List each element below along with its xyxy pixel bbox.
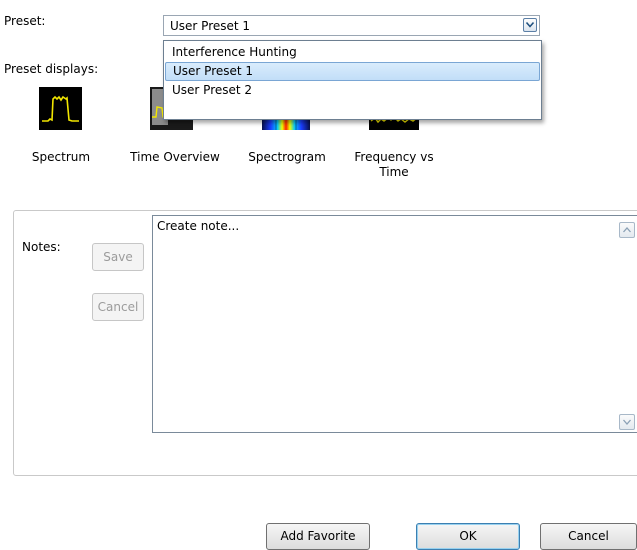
preset-displays-label: Preset displays: [4,62,99,76]
scroll-down-icon[interactable] [619,414,635,430]
spectrogram-caption: Spectrogram [248,150,326,164]
add-favorite-button[interactable]: Add Favorite [266,523,370,550]
preset-option-user-preset-1[interactable]: User Preset 1 [165,62,540,81]
spectrum-caption: Spectrum [31,150,91,164]
notes-text: Create note... [157,219,240,233]
chevron-down-icon[interactable] [523,18,537,32]
ok-button[interactable]: OK [416,523,520,550]
preset-option-user-preset-2[interactable]: User Preset 2 [165,81,540,100]
preset-combobox-value: User Preset 1 [170,19,251,33]
frequency-vs-time-caption: Frequency vs Time [354,150,434,179]
preset-dropdown-list[interactable]: Interference Hunting User Preset 1 User … [163,40,542,120]
scroll-up-icon[interactable] [619,222,635,238]
cancel-button[interactable]: Cancel [540,523,637,550]
notes-label: Notes: [22,240,61,254]
preset-option-interference-hunting[interactable]: Interference Hunting [165,43,540,62]
preset-label: Preset: [4,14,46,28]
spectrum-icon[interactable] [39,87,82,130]
notes-cancel-button[interactable]: Cancel [92,293,144,321]
save-button[interactable]: Save [92,243,144,271]
preset-combobox[interactable]: User Preset 1 [163,15,540,36]
notes-textarea[interactable]: Create note... [152,215,637,433]
time-overview-caption: Time Overview [130,150,220,164]
